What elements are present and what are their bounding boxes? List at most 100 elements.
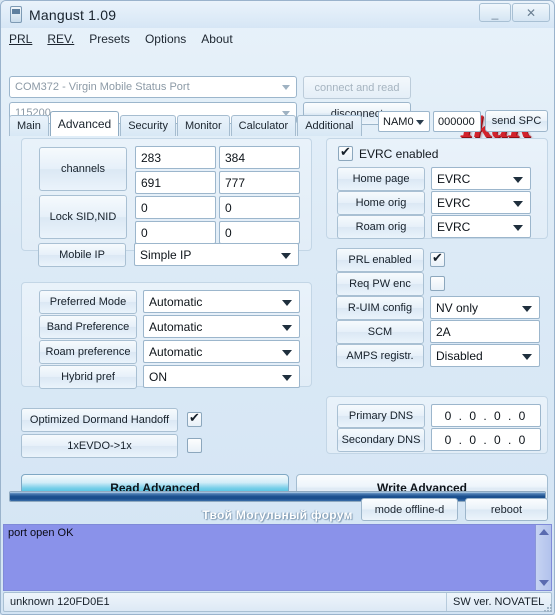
chevron-down-icon [513, 177, 523, 183]
reboot-button[interactable]: reboot [465, 498, 548, 521]
evrc-enabled-label: EVRC enabled [359, 147, 439, 161]
minimize-button[interactable]: _ [479, 3, 511, 22]
port-select-value: COM372 - Virgin Mobile Status Port [15, 81, 190, 93]
tab-main[interactable]: Main [9, 115, 49, 136]
primary-dns-label[interactable]: Primary DNS [337, 404, 425, 428]
preferred-mode-label[interactable]: Preferred Mode [39, 290, 137, 314]
log-output[interactable]: port open OK [3, 524, 552, 591]
roam-orig-label[interactable]: Roam orig [337, 215, 425, 239]
tab-monitor[interactable]: Monitor [176, 115, 230, 136]
lock-field-2[interactable]: 0 [219, 196, 300, 219]
secondary-dns-input[interactable]: 0 . 0 . 0 . 0 [431, 428, 541, 451]
ruim-config-value: NV only [436, 300, 479, 315]
evrc-group: EVRC enabled Home page EVRC Home orig EV… [326, 138, 548, 239]
log-text: port open OK [8, 527, 74, 539]
channel-field-3[interactable]: 691 [135, 171, 216, 194]
roam-preference-select[interactable]: Automatic [143, 340, 300, 363]
roam-preference-value: Automatic [149, 344, 203, 359]
mobile-ip-select[interactable]: Simple IP [134, 243, 299, 266]
ruim-config-label[interactable]: R-UIM config [336, 296, 424, 320]
app-window: Mangust 1.09 _ ✕ PRL REV. Presets Option… [0, 0, 555, 615]
chevron-down-icon [522, 306, 532, 312]
prl-enabled-checkbox[interactable] [430, 250, 445, 267]
lock-field-1[interactable]: 0 [135, 196, 216, 219]
lock-field-4[interactable]: 0 [219, 221, 300, 244]
window-controls: _ ✕ [478, 3, 550, 22]
menu-item-presets[interactable]: Presets [89, 32, 130, 46]
home-page-value: EVRC [437, 171, 471, 186]
ruim-config-select[interactable]: NV only [430, 296, 540, 319]
menu-item-rev[interactable]: REV. [47, 32, 74, 46]
hybrid-pref-value: ON [149, 369, 167, 384]
scm-label[interactable]: SCM [336, 320, 424, 344]
preferences-group: Preferred Mode Automatic Band Preference… [21, 282, 312, 389]
phone-icon [10, 6, 22, 23]
tab-security[interactable]: Security [120, 115, 176, 136]
band-preference-label[interactable]: Band Preference [39, 315, 137, 339]
req-pw-enc-label[interactable]: Req PW enc [336, 272, 424, 296]
amps-registr-label[interactable]: AMPS registr. [336, 344, 424, 368]
tab-advanced[interactable]: Advanced [49, 111, 120, 136]
roam-preference-label[interactable]: Roam preference [39, 340, 137, 364]
channel-field-4[interactable]: 777 [219, 171, 300, 194]
close-button[interactable]: ✕ [512, 3, 550, 22]
chevron-down-icon [513, 201, 523, 207]
primary-dns-input[interactable]: 0 . 0 . 0 . 0 [431, 404, 541, 427]
lock-sid-nid-label[interactable]: Lock SID,NID [39, 195, 127, 239]
port-select[interactable]: COM372 - Virgin Mobile Status Port [9, 76, 297, 98]
chevron-down-icon [282, 85, 290, 90]
req-pw-enc-checkbox[interactable] [430, 276, 445, 291]
title-bar: Mangust 1.09 _ ✕ [1, 1, 554, 28]
roam-orig-select[interactable]: EVRC [431, 215, 531, 238]
band-preference-select[interactable]: Automatic [143, 315, 300, 338]
home-orig-label[interactable]: Home orig [337, 191, 425, 215]
channel-field-1[interactable]: 283 [135, 146, 216, 169]
scm-input[interactable]: 2A [430, 320, 540, 343]
roam-orig-value: EVRC [437, 219, 471, 234]
prl-enabled-label[interactable]: PRL enabled [336, 248, 424, 272]
dns-group: Primary DNS 0 . 0 . 0 . 0 Secondary DNS … [326, 396, 548, 454]
home-page-label[interactable]: Home page [337, 167, 425, 191]
evdo-to-1x-checkbox[interactable] [187, 438, 202, 453]
home-orig-select[interactable]: EVRC [431, 191, 531, 214]
status-bar: unknown 120FD0E1 SW ver. NOVATEL [3, 592, 552, 612]
menu-label-prl: PRL [9, 32, 33, 46]
send-spc-button[interactable]: send SPC [485, 110, 548, 132]
preferred-mode-select[interactable]: Automatic [143, 290, 300, 313]
chevron-down-icon [281, 253, 291, 259]
home-orig-value: EVRC [437, 195, 471, 210]
mode-offline-button[interactable]: mode offline-d [361, 498, 458, 521]
mobile-ip-value: Simple IP [140, 247, 192, 262]
chevron-down-icon [522, 354, 532, 360]
optimized-dormand-handoff-checkbox[interactable] [187, 410, 202, 427]
tab-calculator[interactable]: Calculator [230, 115, 297, 136]
scroll-down-icon[interactable] [539, 580, 549, 586]
menu-item-prl[interactable]: PRL [9, 32, 32, 46]
home-page-select[interactable]: EVRC [431, 167, 531, 190]
log-scrollbar[interactable] [535, 525, 551, 590]
scroll-up-icon[interactable] [539, 529, 549, 535]
chevron-down-icon [282, 300, 292, 306]
resize-grip[interactable] [542, 602, 552, 612]
chevron-down-icon [282, 325, 292, 331]
nam-select[interactable]: NAM0 [378, 111, 430, 132]
amps-registr-select[interactable]: Disabled [430, 344, 540, 367]
evrc-enabled-checkbox[interactable] [338, 144, 353, 161]
tab-strip: Main Advanced Security Monitor Calculato… [9, 111, 363, 136]
hybrid-pref-label[interactable]: Hybrid pref [39, 365, 137, 389]
spc-input[interactable]: 000000 [433, 111, 481, 132]
secondary-dns-label[interactable]: Secondary DNS [337, 428, 425, 452]
channels-label[interactable]: channels [39, 147, 127, 191]
menu-item-options[interactable]: Options [145, 32, 186, 46]
lock-field-3[interactable]: 0 [135, 221, 216, 244]
evdo-to-1x-label[interactable]: 1xEVDO->1x [21, 434, 178, 458]
channel-field-2[interactable]: 384 [219, 146, 300, 169]
hybrid-pref-select[interactable]: ON [143, 365, 300, 388]
optimized-dormand-handoff-label[interactable]: Optimized Dormand Handoff [21, 408, 178, 432]
tab-additional[interactable]: Additional [297, 115, 362, 136]
mobile-ip-label[interactable]: Mobile IP [38, 243, 126, 267]
chevron-down-icon [416, 120, 424, 125]
status-sw-version: SW ver. NOVATEL [446, 593, 551, 611]
connect-and-read-button[interactable]: connect and read [303, 76, 411, 99]
menu-item-about[interactable]: About [201, 32, 232, 46]
